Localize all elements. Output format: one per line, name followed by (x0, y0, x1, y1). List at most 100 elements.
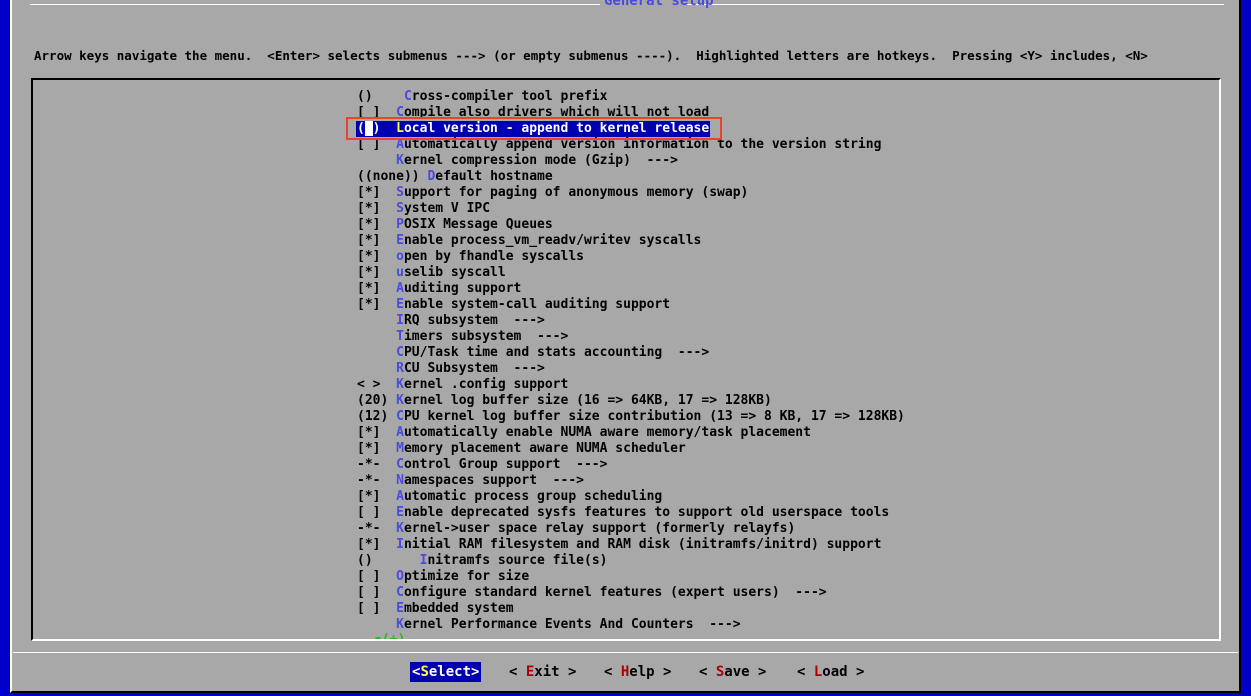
button-bracket-close: > (471, 664, 479, 680)
menu-item-hotkey: N (396, 473, 404, 488)
menu-item[interactable]: [ ] Optimize for size (356, 569, 530, 585)
title-rule-right (684, 4, 1224, 5)
button-load[interactable]: < Load > (795, 662, 866, 682)
menu-item-hotkey: A (396, 489, 404, 504)
menu-item-state: [*] (357, 537, 396, 552)
menu-item-label: pen by fhandle syscalls (404, 249, 584, 264)
button-bracket-open: < (797, 664, 814, 680)
menu-item[interactable]: -*- Namespaces support ---> (356, 473, 585, 489)
menu-item-state-close: ) (373, 121, 396, 136)
menu-item-label: emory placement aware NUMA scheduler (404, 441, 686, 456)
menu-item-hotkey: C (396, 105, 404, 120)
menu-item-hotkey: O (396, 569, 404, 584)
button-label: xit (534, 664, 559, 680)
menu-item[interactable]: [ ] Embedded system (356, 601, 515, 617)
menu-item-label: efault hostname (435, 169, 552, 184)
menu-item-label: imers subsystem ---> (404, 329, 568, 344)
title-rule-left (30, 4, 600, 5)
button-separator (13, 652, 1238, 653)
menu-item-state: [*] (357, 201, 396, 216)
button-exit[interactable]: < Exit > (507, 662, 578, 682)
menu-listbox[interactable]: () Cross-compiler tool prefix[ ] Compile… (31, 78, 1221, 641)
button-save[interactable]: < Save > (697, 662, 768, 682)
menu-item[interactable]: IRQ subsystem ---> (356, 313, 546, 329)
menu-item-hotkey: A (396, 281, 404, 296)
button-bracket-close: > (848, 664, 865, 680)
menu-item-state: [ ] (357, 601, 396, 616)
menu-item-state: -*- (357, 473, 396, 488)
button-help[interactable]: < Help > (602, 662, 673, 682)
menu-item-state: () (357, 89, 404, 104)
menu-item-state: [*] (357, 297, 396, 312)
menu-item-label: amespaces support ---> (404, 473, 584, 488)
menu-item-state: [ ] (357, 585, 396, 600)
menu-item-label: RQ subsystem ---> (404, 313, 545, 328)
button-bracket-open: < (604, 664, 621, 680)
menu-item[interactable]: [*] Support for paging of anonymous memo… (356, 185, 749, 201)
menu-item[interactable]: () Initramfs source file(s) (356, 553, 608, 569)
menu-item[interactable]: Kernel compression mode (Gzip) ---> (356, 153, 679, 169)
menu-item-state: [*] (357, 217, 396, 232)
menu-item[interactable]: [ ] Configure standard kernel features (… (356, 585, 828, 601)
menu-item-state: () (357, 553, 420, 568)
menu-item-state (357, 153, 396, 168)
menu-item-hotkey: K (396, 521, 404, 536)
menu-item-hotkey: E (396, 297, 404, 312)
menu-item-state: [*] (357, 441, 396, 456)
menu-item[interactable]: [*] System V IPC (356, 201, 491, 217)
menu-item-hotkey: K (396, 153, 404, 168)
menu-item-hotkey: E (396, 601, 404, 616)
menu-item-list: () Cross-compiler tool prefix[ ] Compile… (356, 89, 1216, 633)
menu-item-state: [*] (357, 265, 396, 280)
menu-item[interactable]: ( ) Local version - append to kernel rel… (356, 121, 710, 137)
menu-item-label: ernel->user space relay support (formerl… (404, 521, 795, 536)
menu-item[interactable]: -*- Kernel->user space relay support (fo… (356, 521, 796, 537)
menu-item[interactable]: [*] Automatically enable NUMA aware memo… (356, 425, 812, 441)
menu-item[interactable]: [ ] Enable deprecated sysfs features to … (356, 505, 890, 521)
menu-item[interactable]: [*] Initial RAM filesystem and RAM disk … (356, 537, 882, 553)
menu-item[interactable]: (12) CPU kernel log buffer size contribu… (356, 409, 906, 425)
menu-item-hotkey: C (404, 89, 412, 104)
menu-item-label: utomatically enable NUMA aware memory/ta… (404, 425, 811, 440)
menu-item-label: mbedded system (404, 601, 514, 616)
menu-item-label: nitramfs source file(s) (427, 553, 607, 568)
menu-item[interactable]: [*] POSIX Message Queues (356, 217, 554, 233)
menu-item[interactable]: -*- Control Group support ---> (356, 457, 608, 473)
menu-item[interactable]: [*] Enable system-call auditing support (356, 297, 671, 313)
button-bracket-close: > (750, 664, 767, 680)
menu-item[interactable]: Kernel Performance Events And Counters -… (356, 617, 742, 633)
menu-item[interactable]: [*] Automatic process group scheduling (356, 489, 663, 505)
menu-item[interactable]: [ ] Compile also drivers which will not … (356, 105, 710, 121)
button-select[interactable]: <Select> (410, 662, 481, 682)
menu-item-label: ompile also drivers which will not load (404, 105, 709, 120)
menu-item[interactable]: ((none)) Default hostname (356, 169, 554, 185)
menu-item[interactable]: [*] Auditing support (356, 281, 522, 297)
button-label: ave (724, 664, 749, 680)
menu-item-state (357, 617, 396, 632)
menu-item-hotkey: K (396, 617, 404, 632)
menu-item-label: ocal version - append to kernel release (404, 121, 709, 136)
menu-item-label: PU kernel log buffer size contribution (… (404, 409, 905, 424)
menu-item-state (357, 329, 396, 344)
menuconfig-dialog: General setup Arrow keys navigate the me… (10, 0, 1241, 693)
menu-item-state: < > (357, 377, 396, 392)
menu-item-hotkey: I (396, 313, 404, 328)
menu-item[interactable]: [*] Memory placement aware NUMA schedule… (356, 441, 687, 457)
menu-item-state (357, 345, 396, 360)
menu-item[interactable]: [*] uselib syscall (356, 265, 507, 281)
menu-item[interactable]: Timers subsystem ---> (356, 329, 569, 345)
menu-item[interactable]: CPU/Task time and stats accounting ---> (356, 345, 710, 361)
menu-item-state: [*] (357, 281, 396, 296)
menu-item-hotkey: K (396, 393, 404, 408)
menu-item[interactable]: (20) Kernel log buffer size (16 => 64KB,… (356, 393, 773, 409)
menu-item-hotkey: E (396, 233, 404, 248)
menu-item[interactable]: [*] open by fhandle syscalls (356, 249, 585, 265)
menu-item[interactable]: RCU Subsystem ---> (356, 361, 546, 377)
menu-item[interactable]: < > Kernel .config support (356, 377, 569, 393)
menu-item-label: uditing support (404, 281, 521, 296)
menu-item[interactable]: () Cross-compiler tool prefix (356, 89, 608, 105)
menu-item[interactable]: [ ] Automatically append version informa… (356, 137, 882, 153)
menu-item-hotkey: T (396, 329, 404, 344)
menu-item[interactable]: [*] Enable process_vm_readv/writev sysca… (356, 233, 702, 249)
menu-item-label: ernel .config support (404, 377, 568, 392)
